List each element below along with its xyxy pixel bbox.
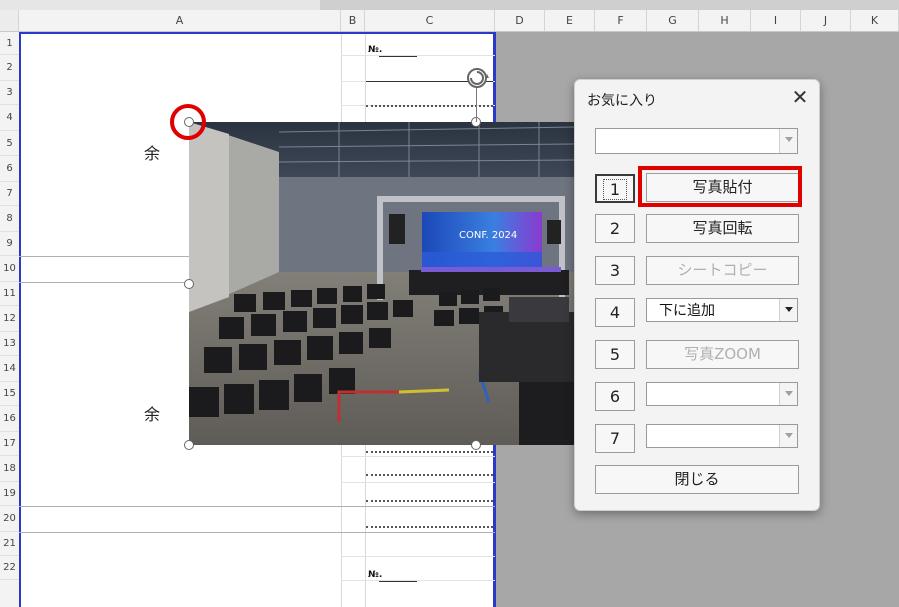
rotate-handle-icon[interactable]	[465, 66, 490, 91]
chevron-down-icon[interactable]	[779, 129, 797, 153]
row-header-15[interactable]: 15	[0, 382, 19, 406]
gridline-h	[341, 482, 495, 483]
row-header-6[interactable]: 6	[0, 156, 19, 182]
column-header-e[interactable]: E	[545, 10, 595, 31]
number-button-7[interactable]: 7	[595, 424, 635, 453]
row-header-13[interactable]: 13	[0, 332, 19, 356]
row-header-16[interactable]: 16	[0, 406, 19, 432]
gridline-h	[19, 506, 495, 507]
page-break-left	[19, 32, 21, 607]
row-header-11[interactable]: 11	[0, 282, 19, 306]
event-hall-image: CONF. 2024	[189, 122, 574, 445]
column-header-g[interactable]: G	[647, 10, 699, 31]
row-header-18[interactable]: 18	[0, 456, 19, 482]
dotted-rule	[366, 105, 493, 107]
resize-handle-bottom-mid[interactable]	[471, 440, 481, 450]
select-all-corner[interactable]	[0, 10, 19, 31]
chevron-down-icon[interactable]	[779, 299, 797, 321]
column-header-j[interactable]: J	[801, 10, 851, 31]
row-header-8[interactable]: 8	[0, 206, 19, 232]
dialog-title: お気に入り	[587, 93, 657, 109]
number-underline	[379, 56, 417, 57]
slot-7-combo[interactable]	[646, 424, 798, 448]
number-underline	[379, 581, 417, 582]
dotted-rule	[366, 500, 493, 502]
row-header-9[interactable]: 9	[0, 232, 19, 256]
row-header-3[interactable]: 3	[0, 81, 19, 105]
copy-sheet-button[interactable]: シートコピー	[646, 256, 799, 285]
slot-6-combo[interactable]	[646, 382, 798, 406]
row-header-22[interactable]: 22	[0, 556, 19, 580]
highlight-circle	[170, 104, 206, 140]
favorites-dialog: お気に入り ✕ 1 写真貼付 2 写真回転 3 シートコピー 4 下に追加 5 …	[574, 79, 820, 511]
row-header-12[interactable]: 12	[0, 306, 19, 332]
resize-handle-mid-left[interactable]	[184, 279, 194, 289]
number-label-top: №.	[368, 45, 383, 55]
resize-handle-bottom-left[interactable]	[184, 440, 194, 450]
number-button-5[interactable]: 5	[595, 340, 635, 369]
gridline-h	[341, 556, 495, 557]
row-header-20[interactable]: 20	[0, 506, 19, 532]
number-button-4[interactable]: 4	[595, 298, 635, 327]
column-header-c[interactable]: C	[365, 10, 495, 31]
column-header-b[interactable]: B	[341, 10, 365, 31]
row-header-2[interactable]: 2	[0, 55, 19, 81]
gridline-h	[341, 580, 495, 581]
column-header-a[interactable]: A	[19, 10, 341, 31]
row-header-bar: 1 2 3 4 5 6 7 8 9 10 11 12 13 14 15 16 17 18 19 20 21 22	[0, 32, 20, 607]
dotted-rule	[366, 474, 493, 476]
zoom-photo-button[interactable]: 写真ZOOM	[646, 340, 799, 369]
chevron-down-icon[interactable]	[779, 383, 797, 405]
row-header-5[interactable]: 5	[0, 131, 19, 156]
rotate-photo-button[interactable]: 写真回転	[646, 214, 799, 243]
add-below-value: 下に追加	[659, 303, 715, 319]
inserted-photo[interactable]: CONF. 2024	[189, 122, 574, 445]
row-header-17[interactable]: 17	[0, 432, 19, 456]
row-header-4[interactable]: 4	[0, 105, 19, 131]
row-header-19[interactable]: 19	[0, 482, 19, 506]
column-header-bar: A B C D E F G H I J K	[0, 10, 899, 32]
dotted-rule	[366, 526, 493, 528]
column-header-h[interactable]: H	[699, 10, 751, 31]
number-button-3[interactable]: 3	[595, 256, 635, 285]
screen-text: CONF. 2024	[459, 230, 517, 241]
highlight-rectangle	[638, 166, 802, 207]
page-break-top	[19, 32, 496, 34]
gridline-h	[341, 456, 495, 457]
row-header-14[interactable]: 14	[0, 356, 19, 382]
column-header-f[interactable]: F	[595, 10, 647, 31]
row-header-1[interactable]: 1	[0, 32, 19, 55]
number-button-2[interactable]: 2	[595, 214, 635, 243]
gridline-h	[19, 532, 495, 533]
column-header-d[interactable]: D	[495, 10, 545, 31]
row-header-7[interactable]: 7	[0, 182, 19, 206]
favorites-combo[interactable]	[595, 128, 798, 154]
add-below-combo[interactable]: 下に追加	[646, 298, 798, 322]
row-header-21[interactable]: 21	[0, 532, 19, 556]
number-label-bottom: №.	[368, 570, 383, 580]
ribbon-edge	[0, 0, 899, 10]
chevron-down-icon[interactable]	[779, 425, 797, 447]
row-header-10[interactable]: 10	[0, 256, 19, 282]
number-button-6[interactable]: 6	[595, 382, 635, 411]
cell-a15-text: 余	[144, 405, 161, 424]
number-button-1[interactable]: 1	[595, 174, 635, 203]
column-header-i[interactable]: I	[751, 10, 801, 31]
gridline-h	[341, 55, 495, 56]
close-button[interactable]: 閉じる	[595, 465, 799, 494]
cell-a5-text: 余	[144, 144, 161, 163]
close-icon[interactable]: ✕	[789, 86, 811, 108]
rotate-connector	[476, 88, 477, 122]
column-header-k[interactable]: K	[851, 10, 899, 31]
dotted-rule	[366, 451, 493, 453]
